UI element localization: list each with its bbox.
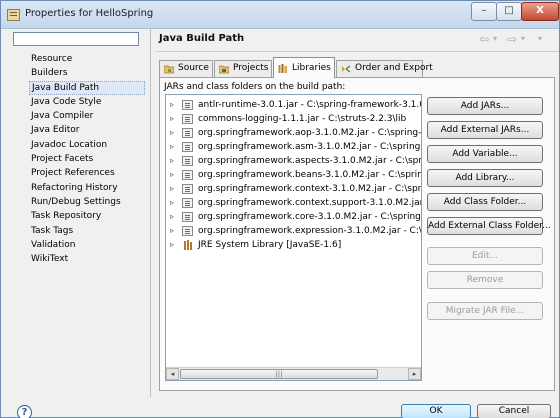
add-external-jars-button[interactable]: Add External JARs... [427,121,543,139]
nav-item-run-debug-settings[interactable]: Run/Debug Settings [29,195,145,209]
nav-item-javadoc-location[interactable]: Javadoc Location [29,138,145,152]
expand-icon[interactable]: ▹ [170,224,180,238]
minimize-button[interactable]: – [471,2,497,21]
tab-projects[interactable]: Projects [214,60,272,77]
window-icon [7,9,20,21]
entry-label: commons-logging-1.1.1.jar - C:\struts-2.… [198,114,407,124]
help-icon[interactable]: ? [17,405,32,418]
expand-icon[interactable]: ▹ [170,98,180,112]
tab-source-label: Source [178,63,209,73]
nav-item-task-tags[interactable]: Task Tags [29,224,145,238]
expand-icon[interactable]: ▹ [170,238,180,252]
nav-item-refactoring-history[interactable]: Refactoring History [29,181,145,195]
libraries-icon [278,64,287,73]
source-folder-icon [164,65,174,74]
nav-item-validation[interactable]: Validation [29,238,145,252]
view-menu-icon[interactable]: ▾ [538,30,542,48]
entry-label: org.springframework.beans-3.1.0.M2.jar -… [198,170,422,180]
ok-button[interactable]: OK [401,404,471,418]
nav-item-java-editor[interactable]: Java Editor [29,123,145,137]
entry-label: org.springframework.core-3.1.0.M2.jar - … [198,212,422,222]
nav-item-builders[interactable]: Builders [29,66,145,80]
entry-label: JRE System Library [JavaSE-1.6] [198,240,342,250]
jar-icon [182,212,193,222]
build-path-entries-list[interactable]: ▹ antlr-runtime-3.0.1.jar - C:\spring-fr… [165,94,422,381]
nav-item-task-repository[interactable]: Task Repository [29,209,145,223]
entry-label: antlr-runtime-3.0.1.jar - C:\spring-fram… [198,100,422,110]
jar-icon [182,114,193,124]
libraries-caption: JARs and class folders on the build path… [164,82,346,92]
nav-item-project-facets[interactable]: Project Facets [29,152,145,166]
expand-icon[interactable]: ▹ [170,182,180,196]
title-separator [155,51,559,52]
jar-icon [182,100,193,110]
forward-dropdown-icon[interactable]: ▾ [521,30,525,48]
property-page-tree: Resource Builders Java Build Path Java C… [29,52,145,266]
entry-label: org.springframework.context.support-3.1.… [198,198,422,208]
expand-icon[interactable]: ▹ [170,112,180,126]
edit-button[interactable]: Edit... [427,247,543,265]
cancel-button[interactable]: Cancel [477,404,551,418]
jar-icon [182,128,193,138]
add-class-folder-button[interactable]: Add Class Folder... [427,193,543,211]
projects-icon [219,65,229,74]
sash-divider[interactable] [150,29,151,397]
order-export-icon [342,65,351,73]
add-jars-button[interactable]: Add JARs... [427,97,543,115]
nav-item-java-build-path[interactable]: Java Build Path [29,80,145,95]
entry-label: org.springframework.expression-3.1.0.M2.… [198,226,422,236]
title-bar[interactable]: Properties for HelloSpring – □ X [1,1,559,29]
tab-order-export[interactable]: Order and Export [336,60,433,77]
library-icon [184,240,194,250]
nav-item-java-compiler[interactable]: Java Compiler [29,109,145,123]
jar-icon [182,170,193,180]
entry-label: org.springframework.aspects-3.1.0.M2.jar… [198,156,422,166]
jar-icon [182,226,193,236]
expand-icon[interactable]: ▹ [170,168,180,182]
nav-item-java-code-style[interactable]: Java Code Style [29,95,145,109]
filter-input[interactable] [14,33,138,45]
remove-button[interactable]: Remove [427,271,543,289]
maximize-button[interactable]: □ [496,2,522,21]
jar-icon [182,184,193,194]
expand-icon[interactable]: ▹ [170,126,180,140]
jar-icon [182,156,193,166]
filter-field[interactable] [13,32,139,46]
entry-label: org.springframework.aop-3.1.0.M2.jar - C… [198,128,422,138]
add-external-class-folder-button[interactable]: Add External Class Folder... [427,217,551,235]
expand-icon[interactable]: ▹ [170,210,180,224]
migrate-jar-button[interactable]: Migrate JAR File... [427,302,543,320]
scroll-thumb[interactable]: ||| [180,369,378,379]
properties-dialog: Properties for HelloSpring – □ X Resourc… [0,0,560,418]
tab-libraries[interactable]: Libraries [273,57,335,78]
forward-arrow-icon[interactable]: ⇨ [507,30,517,48]
expand-icon[interactable]: ▹ [170,140,180,154]
window-title: Properties for HelloSpring [25,8,154,19]
back-dropdown-icon[interactable]: ▾ [493,30,497,48]
nav-item-resource[interactable]: Resource [29,52,145,66]
horizontal-scrollbar[interactable]: ◂ ||| ▸ [166,367,421,380]
nav-item-wikitext[interactable]: WikiText [29,252,145,266]
jar-icon [182,198,193,208]
scroll-right-icon[interactable]: ▸ [408,368,421,380]
expand-icon[interactable]: ▹ [170,154,180,168]
tab-source[interactable]: Source [159,60,213,77]
page-title: Java Build Path [159,33,245,44]
add-library-button[interactable]: Add Library... [427,169,543,187]
entry-label: org.springframework.asm-3.1.0.M2.jar - C… [198,142,421,152]
entry-label: org.springframework.context-3.1.0.M2.jar… [198,184,422,194]
add-variable-button[interactable]: Add Variable... [427,145,543,163]
tab-order-export-label: Order and Export [355,63,433,73]
jar-icon [182,142,193,152]
back-arrow-icon[interactable]: ⇦ [479,30,489,48]
expand-icon[interactable]: ▹ [170,196,180,210]
tab-libraries-label: Libraries [292,63,331,73]
tab-projects-label: Projects [233,63,269,73]
scroll-left-icon[interactable]: ◂ [166,368,179,380]
close-button[interactable]: X [521,2,559,21]
nav-item-project-references[interactable]: Project References [29,166,145,180]
